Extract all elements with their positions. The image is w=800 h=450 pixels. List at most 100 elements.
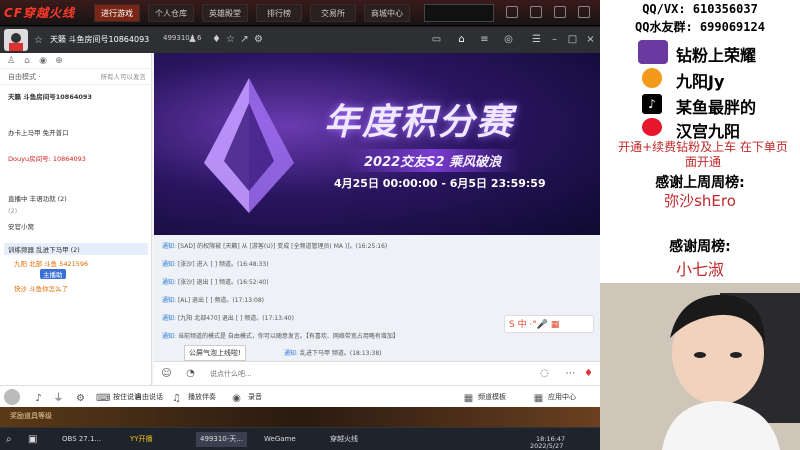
minimize-icon[interactable]: – <box>548 33 561 46</box>
chat-message: 通知: [九阳 北部470] 退出 [ ] 频道。(17:13:40) <box>162 315 294 322</box>
task-view-icon[interactable]: ▣ <box>28 432 37 447</box>
group-icon[interactable]: ⊕ <box>54 56 64 66</box>
document-icon[interactable]: ≡ <box>478 33 491 46</box>
user-row[interactable]: 九阳 北部 斗鱼 5421596 <box>14 258 88 268</box>
taskbar-wegame[interactable]: WeGame <box>264 432 296 447</box>
chat-message: 通知: [张沙] 进入 [ ] 频道。(16:48:33) <box>162 261 269 268</box>
channel-item[interactable]: 办卡上马甲 免开普口 <box>8 127 69 137</box>
chat-message: 通知: 当前频道的模式是 自由模式，你可以随意发言。【有喜欢、网络带宽占用略有增… <box>162 333 399 340</box>
yy-title-bar: ☆ 天籁 斗鱼房间号10864093 499310 ♟ 6 ♦ ☆ ↗ ⚙ ▭ … <box>0 27 600 53</box>
qq-contact: QQ/VX: 610356037 <box>642 2 758 16</box>
app-center-button[interactable]: 应用中心 <box>548 392 576 402</box>
shield-icon[interactable] <box>506 6 518 18</box>
video-icon[interactable]: ▭ <box>430 33 443 46</box>
thanks-week-name: 小七淑 <box>675 260 724 279</box>
tab-exchange[interactable]: 交易所 <box>310 4 356 22</box>
keyboard-icon[interactable]: ⌨ <box>96 392 110 405</box>
favorite-icon[interactable]: ☆ <box>224 33 237 46</box>
event-banner[interactable]: 年度积分赛 2022交友S2 乘风破浪 4月25日 00:00:00 - 6月5… <box>154 53 600 235</box>
online-count: 6 <box>197 34 202 42</box>
record-button[interactable]: 录音 <box>248 392 262 402</box>
screen: CF穿越火线 进行游戏 个人仓库 英雄殿堂 排行榜 交易所 商城中心 ☆ 天籁 … <box>0 0 800 450</box>
close-icon[interactable]: × <box>584 33 597 46</box>
maximize-icon[interactable]: □ <box>566 33 579 46</box>
thanks-last-week-name: 弥沙shEro <box>664 192 736 210</box>
share-icon[interactable]: ↗ <box>238 33 251 46</box>
banner-subtitle: 2022交友S2 乘风破浪 <box>344 149 522 172</box>
chat-bubble-popup[interactable]: 公屏气泡上线啦! <box>184 345 246 361</box>
talk-mode-label[interactable]: 自由说话 <box>135 392 163 402</box>
search-icon[interactable]: ⌕ <box>6 432 12 447</box>
user-row[interactable]: 快沙 斗鱼你怎么了 <box>14 283 68 293</box>
settings-icon[interactable]: ⚙ <box>252 33 265 46</box>
gif-icon[interactable]: ◔ <box>184 367 197 380</box>
chat-message: 通知: [张沙] 退出 [ ] 频道。(16:52:40) <box>162 279 269 286</box>
channel-tree-panel: ♙ ⌂ ◉ ⊕ 自由模式 · 所有人可以发言 天籁 斗鱼房间号10864093 … <box>0 53 152 385</box>
microphone-icon[interactable]: ⏚ <box>52 392 65 405</box>
douyu-icon <box>642 68 662 88</box>
channel-item-selected[interactable]: 训练频器 乱进下马甲 (2) <box>4 243 148 255</box>
my-avatar[interactable] <box>4 389 20 405</box>
mode-hint: 所有人可以发言 <box>100 73 147 81</box>
channel-item[interactable]: (2) <box>8 207 17 215</box>
channel-item[interactable]: 直播中 丰语功就 (2) <box>8 193 67 203</box>
game-search-box[interactable] <box>424 4 494 22</box>
settings-icon[interactable]: ⚙ <box>74 392 87 405</box>
strip-text: 奖励道具等级 <box>10 412 52 420</box>
user-group-icon[interactable]: ♦ <box>210 33 223 46</box>
yy-client-window: ☆ 天籁 斗鱼房间号10864093 499310 ♟ 6 ♦ ☆ ↗ ⚙ ▭ … <box>0 27 600 407</box>
minimize-icon[interactable] <box>578 6 590 18</box>
webcam-feed <box>600 283 800 450</box>
gamepad-icon[interactable]: ◎ <box>502 33 515 46</box>
record-icon[interactable]: ◉ <box>230 392 243 405</box>
taskbar-obs[interactable]: OBS 27.1... <box>62 432 101 447</box>
tab-heroes[interactable]: 英雄殿堂 <box>202 4 248 22</box>
brand-text: 钻粉上荣耀 <box>676 46 757 65</box>
star-icon[interactable]: ☆ <box>32 34 45 47</box>
mode-bar[interactable]: 自由模式 · 所有人可以发言 <box>0 69 152 85</box>
home-icon[interactable]: ⌂ <box>22 56 32 66</box>
music-button[interactable]: 播放伴奏 <box>188 392 216 402</box>
tab-play[interactable]: 进行游戏 <box>94 4 140 22</box>
person-icon[interactable]: ♙ <box>6 56 16 66</box>
chat-input[interactable] <box>210 366 510 382</box>
crystal-trophy-icon <box>204 78 294 213</box>
chat-message: 通知: [SAD] 的权限被 [天籁] 从 [游客(U)] 变成 [全频道管理员… <box>162 243 388 250</box>
mode-label: 自由模式 · <box>8 73 41 81</box>
home-icon[interactable]: ⌂ <box>455 33 468 46</box>
app-center-icon[interactable]: ▦ <box>532 392 545 405</box>
channel-root[interactable]: 天籁 斗鱼房间号10864093 <box>8 91 92 101</box>
channel-avatar[interactable] <box>4 29 28 51</box>
clock-date[interactable]: 2022/5/27 <box>530 439 563 450</box>
channel-item[interactable]: Douyu房间号: 10864093 <box>8 153 86 163</box>
chat-message: 通知: 乱进下马甲 频道。(18:13:38) <box>284 350 382 357</box>
honor-icon <box>638 40 668 64</box>
stream-info-panel: QQ/VX: 610356037 QQ水友群: 699069124 钻粉上荣耀 … <box>600 0 800 283</box>
taskbar-yy-channel[interactable]: 499310-天... <box>196 432 247 447</box>
speaker-icon[interactable]: ♪ <box>32 392 45 405</box>
tab-ranking[interactable]: 排行榜 <box>256 4 302 22</box>
channel-name: 天籁 斗鱼房间号10864093 <box>50 35 150 44</box>
subscription-note: 开通+续费钻粉及上车 在下单页面开通 <box>618 140 788 169</box>
template-icon[interactable]: ▦ <box>462 392 475 405</box>
taskbar-cf[interactable]: 穿越火线 <box>330 432 358 447</box>
gift-icon[interactable] <box>530 6 542 18</box>
emoji-icon[interactable]: ☺ <box>160 367 173 380</box>
taskbar-yy-live[interactable]: YY开播 <box>130 432 153 447</box>
channel-item[interactable]: 安官小窝 <box>8 221 34 231</box>
cf-logo: CF穿越火线 <box>4 6 76 20</box>
channel-template-button[interactable]: 频道模板 <box>478 392 506 402</box>
gift-icon[interactable]: ♦ <box>582 367 595 380</box>
menu-icon[interactable]: ☰ <box>530 33 543 46</box>
ime-toolbar[interactable]: S 中 ·°🎤 ▦ <box>504 315 594 333</box>
brand-text: 九阳Jy <box>676 72 725 91</box>
streamer-image <box>600 283 800 450</box>
music-icon[interactable]: ♫ <box>170 392 183 405</box>
tab-mall[interactable]: 商城中心 <box>364 4 410 22</box>
tooltip: 主播助 <box>40 269 66 279</box>
tab-warehouse[interactable]: 个人仓库 <box>148 4 194 22</box>
chat-bubble-icon[interactable]: ◌ <box>538 367 551 380</box>
location-icon[interactable]: ◉ <box>38 56 48 66</box>
settings-icon[interactable] <box>554 6 566 18</box>
more-icon[interactable]: ⋯ <box>564 367 577 380</box>
